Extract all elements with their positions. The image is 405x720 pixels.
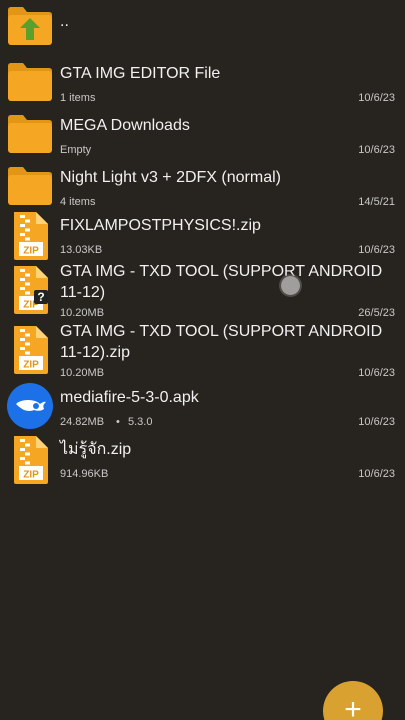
file-date: 10/6/23 bbox=[358, 92, 395, 104]
file-details: 10.20MB bbox=[60, 367, 105, 379]
file-row[interactable]: GTA IMG EDITOR File 1 items 10/6/23 bbox=[0, 56, 405, 108]
file-date: 10/6/23 bbox=[358, 468, 395, 480]
file-details: Empty bbox=[60, 144, 92, 156]
touch-indicator bbox=[281, 276, 300, 295]
file-details: 1 items bbox=[60, 92, 96, 104]
file-row[interactable]: Night Light v3 + 2DFX (normal) 4 items 14/… bbox=[0, 160, 405, 212]
add-button[interactable]: + bbox=[323, 681, 383, 720]
zip-badge: ZIP bbox=[23, 246, 39, 257]
unknown-zip-file-icon: ZIP? bbox=[6, 264, 54, 314]
file-name: Night Light v3 + 2DFX (normal) bbox=[60, 169, 281, 186]
file-name: GTA IMG - TXD TOOL (SUPPORT ANDROID 11-1… bbox=[60, 263, 383, 301]
file-date: 14/5/21 bbox=[358, 196, 395, 208]
zip-badge: ZIP bbox=[23, 360, 39, 371]
file-details: 13.03KB bbox=[60, 244, 103, 256]
folder-icon bbox=[6, 112, 54, 160]
app-version: 5.3.0 bbox=[128, 416, 153, 428]
zip-file-icon: ZIP bbox=[6, 434, 54, 484]
file-row[interactable]: MEGA Downloads Empty 10/6/23 bbox=[0, 108, 405, 160]
file-name: GTA IMG - TXD TOOL (SUPPORT ANDROID 11-1… bbox=[60, 323, 383, 361]
file-date: 26/5/23 bbox=[358, 307, 395, 319]
file-details: 4 items bbox=[60, 196, 96, 208]
file-date: 10/6/23 bbox=[358, 416, 395, 428]
mediafire-app-icon bbox=[6, 382, 54, 430]
file-date: 10/6/23 bbox=[358, 244, 395, 256]
file-row[interactable]: ZIP ไม่รู้จัก.zip 914.96KB 10/6/23 bbox=[0, 432, 405, 484]
file-details: 10.20MB bbox=[60, 307, 105, 319]
file-name: FIXLAMPOSTPHYSICS!.zip bbox=[60, 217, 261, 234]
file-name: .. bbox=[60, 13, 69, 30]
folder-icon bbox=[6, 164, 54, 212]
file-name: mediafire-5-3-0.apk bbox=[60, 389, 199, 406]
file-name: MEGA Downloads bbox=[60, 117, 190, 134]
parent-folder-icon bbox=[6, 4, 54, 52]
file-row[interactable]: .. bbox=[0, 4, 405, 56]
file-name: GTA IMG EDITOR File bbox=[60, 65, 221, 82]
svg-text:?: ? bbox=[37, 290, 44, 304]
zip-badge: ZIP bbox=[23, 470, 39, 481]
file-manager-screen: .. GTA IMG EDITOR File 1 items 10/6/23 MEGA … bbox=[0, 0, 405, 720]
add-icon: + bbox=[344, 693, 362, 720]
file-details: 24.82MB bbox=[60, 416, 105, 428]
file-row[interactable]: ZIP FIXLAMPOSTPHYSICS!.zip 13.03KB 10/6/23 bbox=[0, 208, 405, 260]
file-row[interactable]: ZIP GTA IMG - TXD TOOL (SUPPORT ANDROID 1… bbox=[0, 322, 405, 379]
file-date: 10/6/23 bbox=[358, 144, 395, 156]
file-date: 10/6/23 bbox=[358, 367, 395, 379]
details-separator: • bbox=[116, 416, 120, 428]
file-row[interactable]: mediafire-5-3-0.apk 24.82MB • 5.3.0 10/6/23 bbox=[0, 380, 405, 432]
folder-icon bbox=[6, 60, 54, 108]
zip-file-icon: ZIP bbox=[6, 324, 54, 374]
file-row[interactable]: ZIP? GTA IMG - TXD TOOL (SUPPORT ANDROID … bbox=[0, 262, 405, 319]
file-name: ไม่รู้จัก.zip bbox=[60, 441, 132, 458]
zip-file-icon: ZIP bbox=[6, 210, 54, 260]
file-details: 914.96KB bbox=[60, 468, 109, 480]
